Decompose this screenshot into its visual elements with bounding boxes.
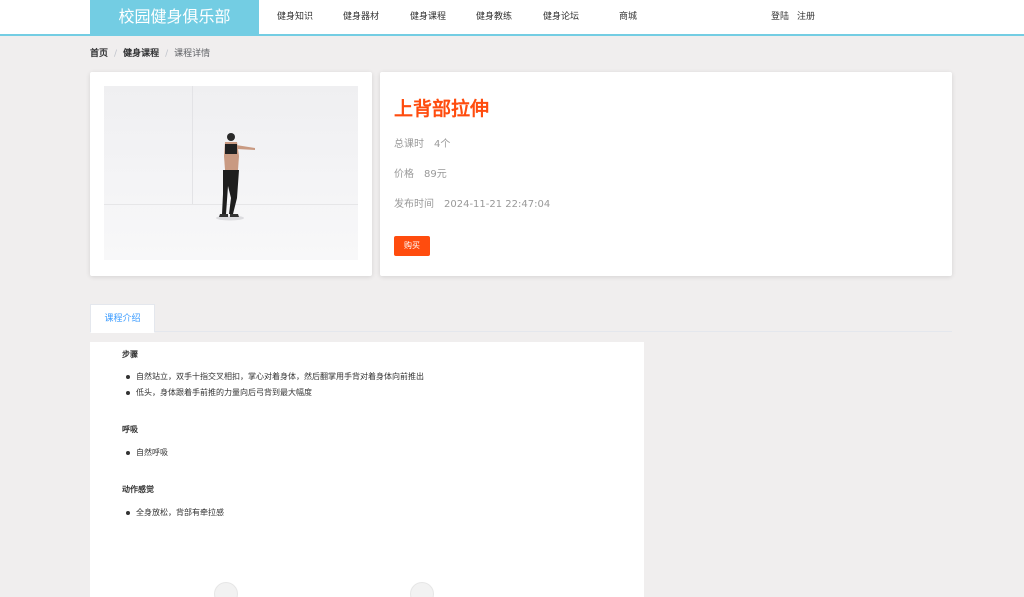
total-lessons-label: 总课时 xyxy=(394,139,424,150)
breadcrumb-home[interactable]: 首页 xyxy=(90,47,108,61)
price-row: 价格 89元 xyxy=(394,165,447,180)
steps-heading: 步骤 xyxy=(122,350,138,359)
decorative-circle xyxy=(214,582,238,597)
course-image-card xyxy=(90,72,372,276)
person-stretching-figure xyxy=(216,133,255,221)
course-image xyxy=(104,86,358,260)
nav-fitness-knowledge[interactable]: 健身知识 xyxy=(277,0,313,34)
breadcrumb-courses[interactable]: 健身课程 xyxy=(123,47,159,61)
price-value: 89元 xyxy=(424,169,447,180)
list-item: 低头，身体跟着手前推的力量向后弓背到最大幅度 xyxy=(126,388,312,397)
breadcrumb-separator: / xyxy=(165,49,169,59)
price-label: 价格 xyxy=(394,169,414,180)
tab-course-intro[interactable]: 课程介绍 xyxy=(90,304,155,333)
login-link[interactable]: 登陆 xyxy=(771,0,789,34)
nav-fitness-courses[interactable]: 健身课程 xyxy=(410,0,446,34)
nav-shop[interactable]: 商城 xyxy=(619,0,637,34)
buy-button[interactable]: 购买 xyxy=(394,236,430,256)
site-logo[interactable]: 校园健身俱乐部 xyxy=(90,0,259,34)
course-intro-panel: 步骤 自然站立，双手十指交叉相扣，掌心对着身体，然后翻掌用手背对着身体向前推出 … xyxy=(90,342,644,597)
breadcrumb-separator: / xyxy=(114,49,118,59)
total-lessons-row: 总课时 4个 xyxy=(394,135,450,150)
course-title: 上背部拉伸 xyxy=(394,98,490,120)
list-item: 自然呼吸 xyxy=(126,448,168,457)
course-info-card: 上背部拉伸 总课时 4个 价格 89元 发布时间 2024-11-21 22:47:0… xyxy=(380,72,952,276)
top-header: 校园健身俱乐部 健身知识 健身器材 健身课程 健身教练 健身论坛 商城 登陆 注… xyxy=(0,0,1024,36)
nav-fitness-equipment[interactable]: 健身器材 xyxy=(343,0,379,34)
list-item: 全身放松，背部有牵拉感 xyxy=(126,508,224,517)
register-link[interactable]: 注册 xyxy=(797,0,815,34)
nav-fitness-forum[interactable]: 健身论坛 xyxy=(543,0,579,34)
publish-time-value: 2024-11-21 22:47:04 xyxy=(444,199,551,210)
breadcrumb: 首页 / 健身课程 / 课程详情 xyxy=(90,47,210,61)
total-lessons-value: 4个 xyxy=(434,139,451,150)
publish-time-row: 发布时间 2024-11-21 22:47:04 xyxy=(394,195,550,210)
feel-heading: 动作感觉 xyxy=(122,485,154,494)
list-item: 自然站立，双手十指交叉相扣，掌心对着身体，然后翻掌用手背对着身体向前推出 xyxy=(126,372,424,381)
decorative-circle xyxy=(410,582,434,597)
breath-heading: 呼吸 xyxy=(122,425,138,434)
publish-time-label: 发布时间 xyxy=(394,199,434,210)
nav-fitness-coaches[interactable]: 健身教练 xyxy=(476,0,512,34)
course-tabs: 课程介绍 xyxy=(90,304,952,333)
breadcrumb-current: 课程详情 xyxy=(174,49,211,59)
